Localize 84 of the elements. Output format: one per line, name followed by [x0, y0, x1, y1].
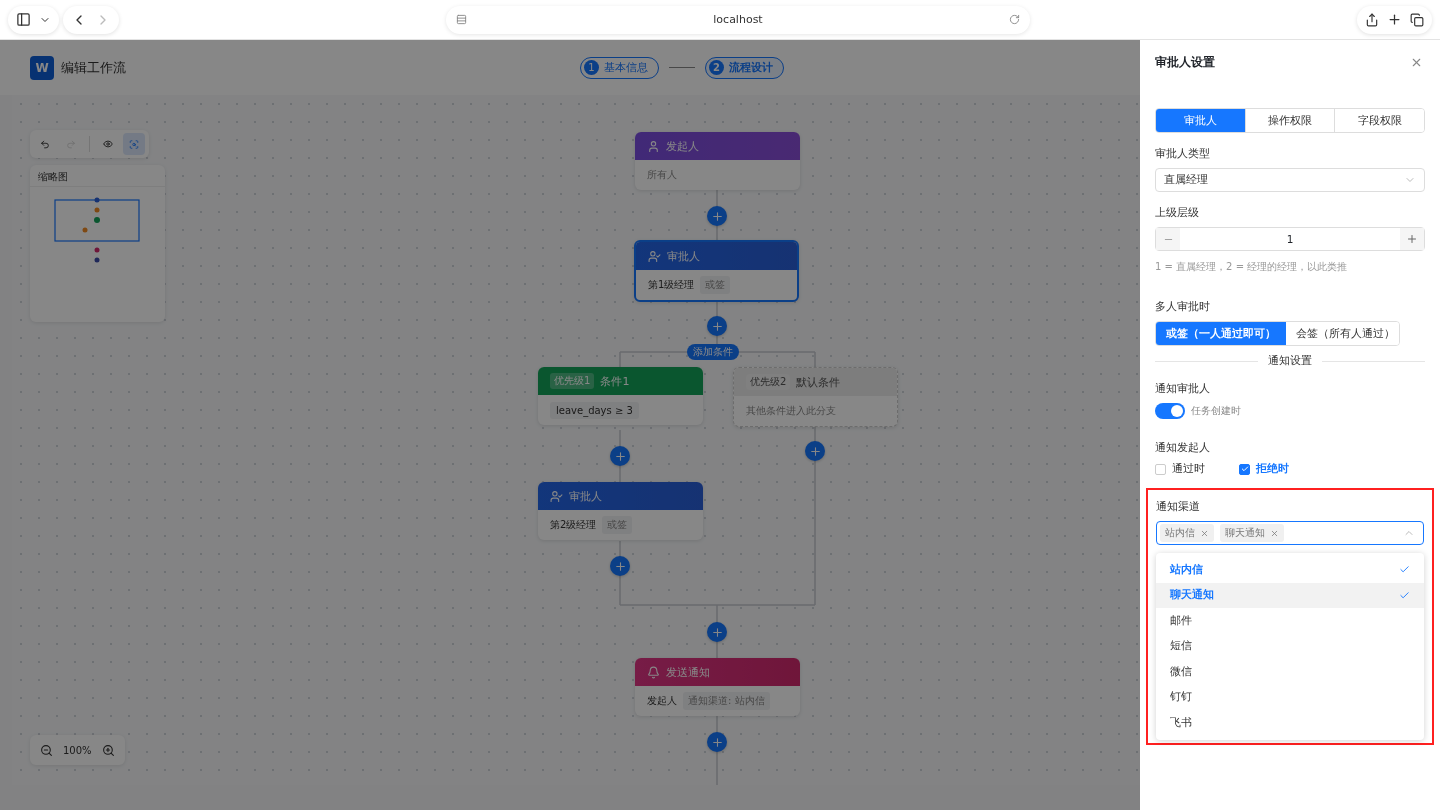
- add-node-button[interactable]: [805, 441, 825, 461]
- add-node-button[interactable]: [707, 206, 727, 226]
- condition-expression: leave_days ≥ 3: [550, 401, 639, 419]
- channel-select[interactable]: 站内信 聊天通知: [1156, 521, 1424, 545]
- settings-tab[interactable]: 审批人: [1156, 109, 1245, 132]
- check-icon: [1240, 465, 1249, 473]
- drawer-title: 审批人设置: [1155, 53, 1215, 71]
- checkbox-label: 通过时: [1172, 462, 1205, 476]
- node-title: 审批人: [667, 248, 700, 264]
- add-node-button[interactable]: [707, 732, 727, 752]
- level-input[interactable]: 1: [1155, 227, 1425, 251]
- checkbox-label: 拒绝时: [1256, 462, 1289, 476]
- node-title: 默认条件: [796, 374, 841, 390]
- sidebar-icon: [16, 12, 31, 27]
- approver-type-select[interactable]: 直属经理: [1155, 168, 1425, 192]
- app-logo: W: [30, 55, 54, 80]
- step-tab[interactable]: 2 流程设计: [705, 56, 784, 79]
- share-icon: [1365, 12, 1379, 27]
- plus-icon: [613, 559, 627, 573]
- dropdown-option[interactable]: 微信: [1156, 659, 1424, 685]
- dropdown-option[interactable]: 聊天通知: [1156, 582, 1424, 608]
- plus-icon: [710, 209, 724, 223]
- person-check-icon: [550, 489, 563, 503]
- remove-icon[interactable]: [1200, 528, 1209, 538]
- dropdown-option[interactable]: 飞书: [1156, 710, 1424, 736]
- field-label: 上级层级: [1155, 206, 1200, 220]
- page-title: 编辑工作流: [61, 58, 126, 77]
- field-hint: 1 = 直属经理，2 = 经理的经理，以此类推: [1155, 260, 1349, 274]
- fit-view-button[interactable]: [123, 133, 145, 155]
- node-description: 发起人: [647, 694, 677, 708]
- settings-tab[interactable]: 字段权限: [1334, 109, 1424, 132]
- node-title: 发送通知: [666, 664, 710, 680]
- checkbox[interactable]: [1155, 463, 1166, 475]
- dropdown-option[interactable]: 短信: [1156, 633, 1424, 659]
- field-label: 审批人类型: [1155, 147, 1211, 161]
- add-node-button[interactable]: [707, 316, 727, 336]
- add-condition-button[interactable]: 添加条件: [687, 344, 739, 360]
- add-node-button[interactable]: [707, 622, 727, 642]
- zoom-out-icon: [40, 743, 53, 757]
- reload-icon[interactable]: [1009, 14, 1020, 25]
- field-label: 多人审批时: [1155, 300, 1211, 314]
- selected-tag: 聊天通知: [1220, 524, 1284, 542]
- page-icon: [456, 14, 467, 25]
- person-check-icon: [648, 249, 661, 263]
- sidebar-button[interactable]: [14, 10, 33, 29]
- field-label: 通知审批人: [1155, 382, 1211, 396]
- dropdown-option[interactable]: 邮件: [1156, 608, 1424, 634]
- check-icon: [1399, 589, 1410, 601]
- node-title: 条件1: [600, 373, 630, 389]
- checkbox[interactable]: [1239, 463, 1250, 475]
- minimap-title: 缩略图: [30, 165, 165, 187]
- increment-button[interactable]: [1400, 228, 1424, 250]
- address-bar[interactable]: localhost: [446, 5, 1030, 34]
- tabs-icon: [1410, 12, 1424, 27]
- dropdown-option[interactable]: 钉钉: [1156, 684, 1424, 710]
- approval-mode-option[interactable]: 或签（一人通过即可）: [1156, 322, 1286, 345]
- add-node-button[interactable]: [610, 556, 630, 576]
- plus-icon: [1406, 233, 1418, 245]
- node-description: 第1级经理: [648, 278, 695, 292]
- zoom-level: 100%: [63, 744, 92, 756]
- field-label: 通知发起人: [1155, 441, 1211, 455]
- person-icon: [647, 139, 660, 153]
- node-description: 第2级经理: [550, 518, 597, 532]
- plus-icon: [613, 449, 627, 463]
- bell-icon: [647, 665, 660, 679]
- level-value: 1: [1285, 233, 1295, 245]
- remove-icon[interactable]: [1270, 528, 1279, 538]
- field-label: 通知渠道: [1156, 500, 1201, 514]
- dropdown-option[interactable]: 站内信: [1156, 557, 1424, 583]
- step-tab[interactable]: 1 基本信息: [580, 56, 659, 79]
- selected-tag: 站内信: [1160, 524, 1214, 542]
- add-node-button[interactable]: [610, 446, 630, 466]
- flow-node[interactable]: 优先级1 条件1 leave_days ≥ 3: [538, 367, 703, 425]
- switch-label: 任务创建时: [1191, 404, 1241, 418]
- zoom-in-icon: [101, 743, 115, 757]
- node-title: 发起人: [666, 138, 699, 154]
- notify-switch[interactable]: [1155, 403, 1185, 419]
- plus-icon: [710, 625, 724, 639]
- section-title: 通知设置: [1268, 354, 1312, 368]
- plus-icon: [710, 319, 724, 333]
- plus-icon: [710, 735, 724, 749]
- plus-icon: [1387, 12, 1402, 27]
- node-title: 审批人: [569, 488, 602, 504]
- plus-icon: [808, 444, 822, 458]
